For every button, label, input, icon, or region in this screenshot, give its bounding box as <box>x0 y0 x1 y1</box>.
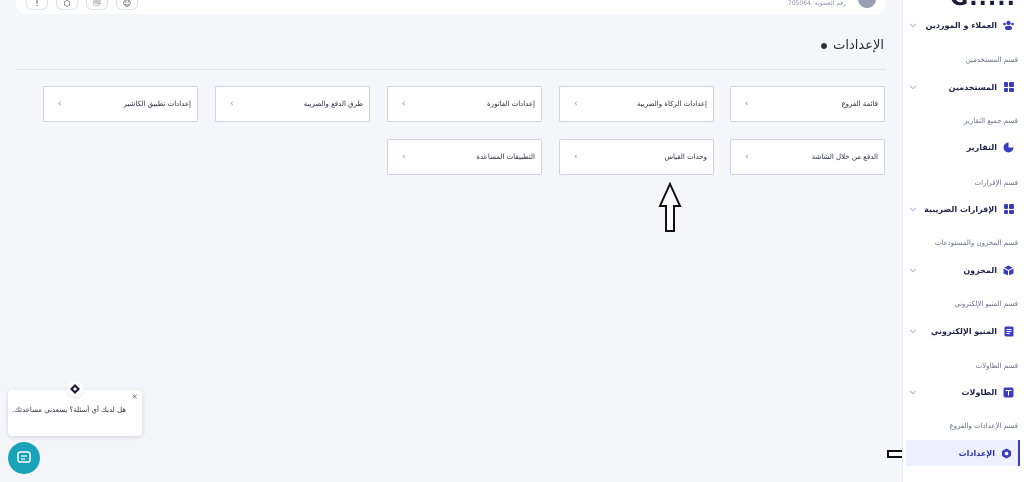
users-icon <box>1003 20 1014 31</box>
sidebar: G..... العملاء و الموردين ⌵ قسم المستخدم… <box>902 0 1024 482</box>
card-branches-list[interactable]: قائمة الفروع ‹ <box>730 86 885 122</box>
chat-bubble-icon <box>17 451 31 463</box>
sidebar-item-e-menu[interactable]: المنيو الإلكتروني ⌵ <box>906 318 1020 344</box>
card-label: قائمة الفروع <box>841 100 879 108</box>
card-label: إعدادات تطبيق الكاشير <box>123 100 191 108</box>
section-settings-branches: قسم الإعدادات والفروع <box>949 422 1018 430</box>
close-icon[interactable]: × <box>131 392 138 401</box>
sidebar-item-settings[interactable]: الإعدادات <box>906 440 1020 466</box>
card-label: وحدات القياس <box>664 153 707 161</box>
section-reports: قسم جميع التقارير <box>964 117 1018 125</box>
avatar[interactable] <box>858 0 876 8</box>
card-cashier-app-settings[interactable]: إعدادات تطبيق الكاشير ‹ <box>43 86 198 122</box>
section-declarations: قسم الإقرارات <box>974 179 1018 187</box>
sidebar-item-label: العملاء و الموردين <box>925 20 997 30</box>
sidebar-item-label: المستخدمين <box>948 82 997 92</box>
card-invoice-settings[interactable]: إعدادات الفاتورة ‹ <box>387 86 542 122</box>
card-label: إعدادات الفاتورة <box>487 100 535 108</box>
sidebar-item-label: المخزون <box>963 265 997 275</box>
chat-logo-icon <box>67 381 83 397</box>
divider <box>16 69 886 70</box>
grid-icon <box>1003 204 1014 215</box>
chevron-down-icon: ⌵ <box>909 20 917 29</box>
card-label: التطبيقات المساعدة <box>476 153 535 161</box>
card-payment-methods[interactable]: طرق الدفع والضريبة ‹ <box>215 86 370 122</box>
cashier-icon-button[interactable]: 🗐 <box>86 0 108 10</box>
card-label: طرق الدفع والضريبة <box>303 100 363 108</box>
sidebar-item-users[interactable]: المستخدمين ⌵ <box>906 74 1020 100</box>
table-icon <box>1003 387 1014 398</box>
sidebar-item-customers-suppliers[interactable]: العملاء و الموردين ⌵ <box>906 12 1020 38</box>
sidebar-item-inventory[interactable]: المخزون ⌵ <box>906 257 1020 283</box>
chevron-down-icon: ⌵ <box>909 387 917 396</box>
card-units-of-measure[interactable]: وحدات القياس ‹ <box>559 139 714 175</box>
section-users: قسم المستخدمين <box>965 56 1018 64</box>
sidebar-item-label: المنيو الإلكتروني <box>930 326 997 336</box>
chat-message: هل لديك أي أسئلة؟ يسعدني مساعدتك. <box>12 406 126 414</box>
sidebar-item-tax-declarations[interactable]: الإقرارات الضريبية ⌵ <box>906 196 1020 222</box>
section-e-menu: قسم المنيو الإلكتروني <box>954 300 1018 308</box>
card-zakat-tax-settings[interactable]: إعدادات الزكاة والضريبة ‹ <box>559 86 714 122</box>
chevron-down-icon: ⌵ <box>909 326 917 335</box>
menu-doc-icon <box>1003 326 1014 337</box>
help-button[interactable]: ! <box>26 0 48 10</box>
chevron-down-icon: ⌵ <box>909 82 917 91</box>
top-bar: ! ⬡ 🗐 ☺ رقم العضوية: 705064 <box>16 0 886 14</box>
section-tables: قسم الطاولات <box>975 362 1018 370</box>
chat-button[interactable] <box>8 442 40 474</box>
brand-logo: G..... <box>950 0 1016 11</box>
page-title-text: الإعدادات <box>833 38 884 53</box>
annotation-arrow-up-icon <box>658 182 682 232</box>
page-title: الإعدادات <box>821 38 884 53</box>
title-dot-icon <box>821 42 828 49</box>
pie-chart-icon <box>1003 142 1014 153</box>
sidebar-item-label: الطاولات <box>961 387 997 397</box>
sidebar-item-label: التقارير <box>966 142 997 152</box>
card-helper-apps[interactable]: التطبيقات المساعدة ‹ <box>387 139 542 175</box>
box-icon <box>1003 265 1014 276</box>
chevron-down-icon: ⌵ <box>909 204 917 213</box>
grid-icon <box>1003 82 1014 93</box>
card-label: إعدادات الزكاة والضريبة <box>636 100 707 108</box>
sidebar-item-tables[interactable]: الطاولات ⌵ <box>906 379 1020 405</box>
settings-icon <box>1001 448 1012 459</box>
sidebar-item-label: الإقرارات الضريبية <box>924 204 997 214</box>
sidebar-item-label: الإعدادات <box>958 448 995 458</box>
support-icon-button[interactable]: ☺ <box>116 0 138 10</box>
chevron-down-icon: ⌵ <box>909 265 917 274</box>
sidebar-item-reports[interactable]: التقارير <box>906 134 1020 160</box>
hex-icon-button[interactable]: ⬡ <box>56 0 78 10</box>
card-screen-payment[interactable]: الدفع من خلال الشاشة ‹ <box>730 139 885 175</box>
section-inventory: قسم المخزون والمستودعات <box>934 239 1018 247</box>
card-label: الدفع من خلال الشاشة <box>811 153 878 161</box>
registration-number: رقم العضوية: 705064 <box>787 0 846 7</box>
